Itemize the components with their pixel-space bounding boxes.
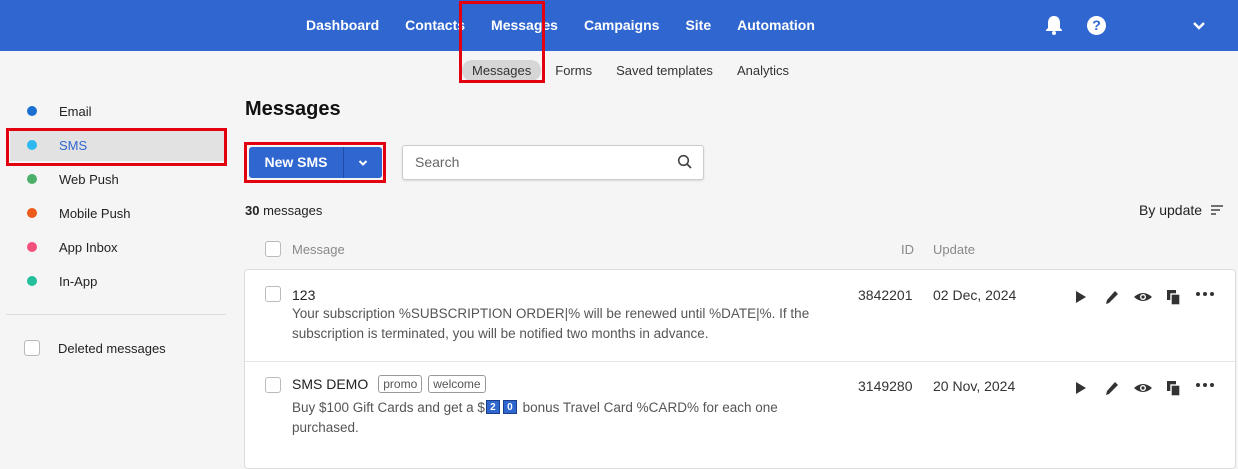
row-actions <box>1071 288 1226 306</box>
message-name-with-tags: SMS DEMO promo welcome <box>292 375 486 393</box>
sidebar-item-label: Email <box>59 103 92 119</box>
help-icon[interactable]: ? <box>1087 16 1106 35</box>
message-id: 3842201 <box>858 287 913 303</box>
deleted-messages-toggle[interactable]: Deleted messages <box>24 339 166 357</box>
sidebar-item-label: In-App <box>59 273 98 289</box>
copy-icon[interactable] <box>1164 288 1184 306</box>
message-description-line: Buy $100 Gift Cards and get a $2 0 bonus … <box>292 398 832 418</box>
email-dot-icon <box>27 106 37 116</box>
sort-icon <box>1211 205 1224 215</box>
nav-contacts[interactable]: Contacts <box>405 0 465 51</box>
column-header-id: ID <box>901 242 914 257</box>
edit-icon[interactable] <box>1102 288 1122 306</box>
search-input[interactable] <box>415 154 665 170</box>
message-name[interactable]: SMS DEMO <box>292 376 368 392</box>
app-inbox-dot-icon <box>27 242 37 252</box>
deleted-messages-label: Deleted messages <box>58 340 166 356</box>
tag-badge[interactable]: promo <box>378 375 423 393</box>
preview-eye-icon[interactable] <box>1133 288 1153 306</box>
message-count-number: 30 <box>245 203 260 218</box>
message-description-line: subscription is terminated, you will be … <box>292 326 709 341</box>
bell-icon[interactable] <box>1044 14 1064 36</box>
sidebar-item-email[interactable]: Email <box>10 95 224 127</box>
chevron-down-icon <box>358 159 368 166</box>
sidebar-item-app-inbox[interactable]: App Inbox <box>10 231 224 263</box>
message-count-label: messages <box>263 203 323 218</box>
sidebar-item-in-app[interactable]: In-App <box>10 265 224 297</box>
sidebar-item-label: SMS <box>59 137 88 153</box>
table-row[interactable]: 123 Your subscription %SUBSCRIPTION ORDE… <box>245 270 1235 361</box>
top-navigation-bar: Dashboard Contacts Messages Campaigns Si… <box>0 0 1238 51</box>
in-app-dot-icon <box>27 276 37 286</box>
subnav-messages[interactable]: Messages <box>462 59 542 81</box>
subnav-forms[interactable]: Forms <box>555 60 592 81</box>
sidebar-item-label: App Inbox <box>59 239 118 255</box>
more-options-icon[interactable] <box>1195 379 1215 397</box>
tag-badge[interactable]: welcome <box>428 375 486 393</box>
message-list: 123 Your subscription %SUBSCRIPTION ORDE… <box>244 269 1236 469</box>
select-all-checkbox[interactable] <box>265 241 281 257</box>
copy-icon[interactable] <box>1164 379 1184 397</box>
web-push-dot-icon <box>27 174 37 184</box>
sidebar-item-label: Mobile Push <box>59 205 131 221</box>
sub-navigation: Messages Forms Saved templates Analytics <box>462 58 813 82</box>
column-header-update: Update <box>933 242 975 257</box>
nav-site[interactable]: Site <box>685 0 711 51</box>
message-count: 30 messages <box>245 203 322 218</box>
sort-label: By update <box>1139 202 1203 218</box>
row-actions <box>1071 379 1226 397</box>
message-description-line: purchased. <box>292 420 359 435</box>
subnav-saved-templates[interactable]: Saved templates <box>616 60 713 81</box>
description-text: bonus Travel Card %CARD% for each one <box>518 400 778 415</box>
sidebar-item-mobile-push[interactable]: Mobile Push <box>10 197 224 229</box>
mobile-push-dot-icon <box>27 208 37 218</box>
message-description: Buy $100 Gift Cards and get a $2 0 bonus … <box>292 398 832 438</box>
new-sms-dropdown-button[interactable] <box>344 147 382 178</box>
sidebar-item-web-push[interactable]: Web Push <box>10 163 224 195</box>
row-checkbox[interactable] <box>265 286 281 302</box>
row-checkbox[interactable] <box>265 377 281 393</box>
nav-automation[interactable]: Automation <box>737 0 815 51</box>
page-title: Messages <box>245 98 341 120</box>
chevron-down-icon[interactable] <box>1191 18 1207 34</box>
search-box <box>402 145 704 180</box>
subnav-analytics[interactable]: Analytics <box>737 60 789 81</box>
message-update-date: 02 Dec, 2024 <box>933 287 1017 303</box>
nav-dashboard[interactable]: Dashboard <box>306 0 379 51</box>
new-sms-split-button: New SMS <box>249 147 382 178</box>
search-icon[interactable] <box>677 154 693 170</box>
deleted-messages-checkbox[interactable] <box>24 340 40 356</box>
column-header-message: Message <box>292 242 345 257</box>
message-description-line: Your subscription %SUBSCRIPTION ORDER|% … <box>292 306 810 321</box>
play-icon[interactable] <box>1071 288 1091 306</box>
nav-messages[interactable]: Messages <box>491 0 558 51</box>
sort-control[interactable]: By update <box>1139 202 1224 218</box>
sidebar-item-sms[interactable]: SMS <box>10 129 224 161</box>
sidebar-item-label: Web Push <box>59 171 119 187</box>
main-nav: Dashboard Contacts Messages Campaigns Si… <box>306 0 841 51</box>
table-row[interactable]: SMS DEMO promo welcome Buy $100 Gift Car… <box>245 362 1235 462</box>
preview-eye-icon[interactable] <box>1133 379 1153 397</box>
message-description: Your subscription %SUBSCRIPTION ORDER|% … <box>292 304 832 344</box>
message-update-date: 20 Nov, 2024 <box>933 378 1016 394</box>
sidebar-divider <box>6 314 226 315</box>
new-sms-button[interactable]: New SMS <box>249 147 344 178</box>
nav-campaigns[interactable]: Campaigns <box>584 0 659 51</box>
play-icon[interactable] <box>1071 379 1091 397</box>
edit-icon[interactable] <box>1102 379 1122 397</box>
digit-badge: 2 <box>485 400 500 415</box>
message-id: 3149280 <box>858 378 913 394</box>
sms-dot-icon <box>27 140 37 150</box>
digit-badge: 0 <box>502 400 517 415</box>
more-options-icon[interactable] <box>1195 288 1215 306</box>
message-name[interactable]: 123 <box>292 287 315 303</box>
description-text: Buy $100 Gift Cards and get a $ <box>292 400 485 415</box>
table-header: Message ID Update <box>245 239 1235 261</box>
